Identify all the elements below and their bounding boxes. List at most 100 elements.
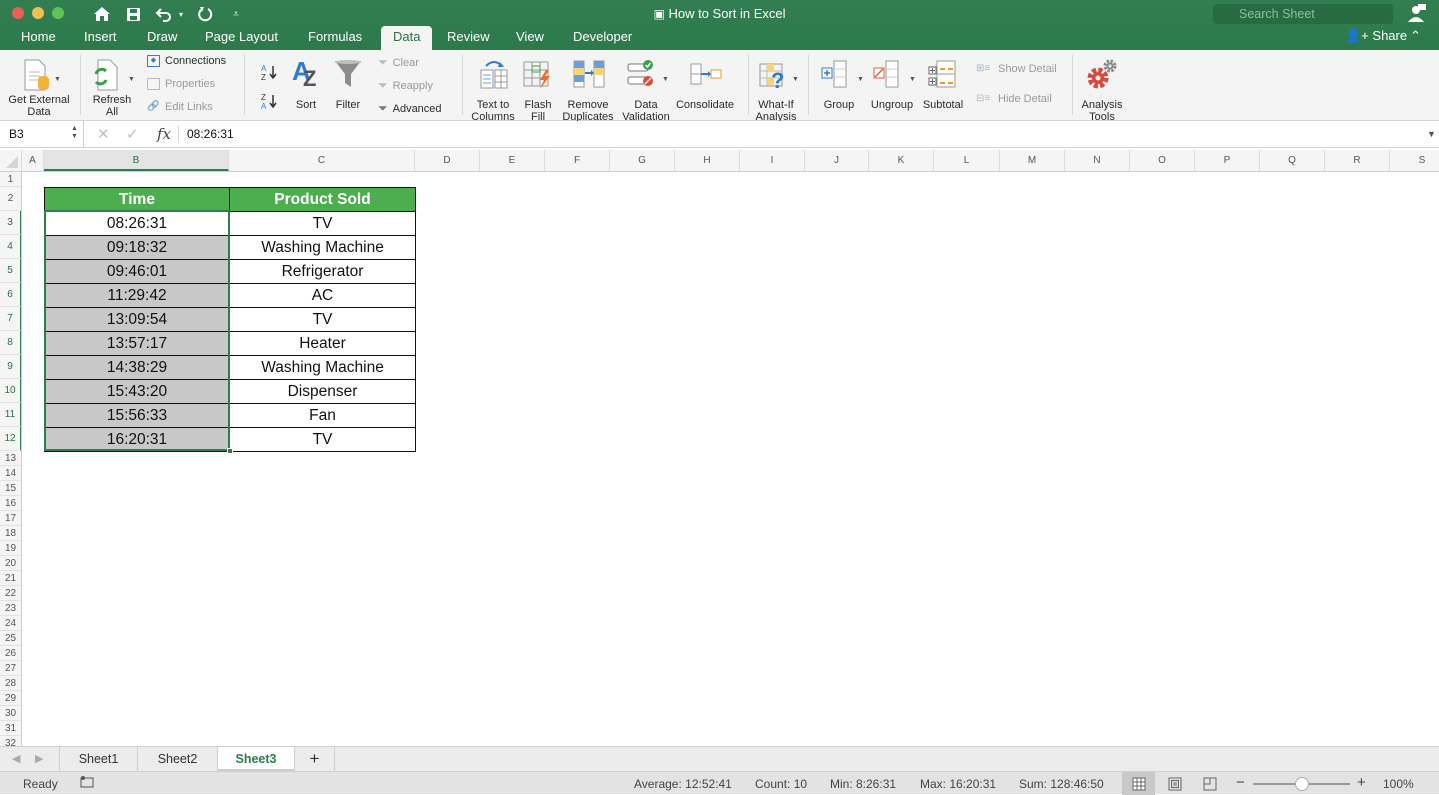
refresh-all-button[interactable]: ▼ Refresh All: [86, 56, 138, 118]
row-header[interactable]: 11: [0, 403, 21, 427]
row-header[interactable]: 10: [0, 379, 21, 403]
row-header[interactable]: 32: [0, 736, 21, 746]
row-header[interactable]: 15: [0, 481, 21, 496]
sort-ascending-button[interactable]: A Z: [259, 62, 281, 82]
row-header[interactable]: 5: [0, 259, 21, 283]
row-header[interactable]: 14: [0, 466, 21, 481]
show-detail-button[interactable]: ⊞≡ Show Detail: [976, 63, 1057, 75]
tab-draw[interactable]: Draw: [137, 26, 187, 50]
column-header-l[interactable]: L: [934, 150, 1000, 171]
zoom-in-button[interactable]: +: [1357, 774, 1366, 791]
column-header-e[interactable]: E: [480, 150, 545, 171]
tab-page-layout[interactable]: Page Layout: [195, 26, 288, 50]
column-header-i[interactable]: I: [740, 150, 805, 171]
clear-filter-button[interactable]: ⏷ Clear: [378, 55, 419, 70]
ungroup-button[interactable]: ▼ Ungroup: [866, 56, 918, 118]
column-header-d[interactable]: D: [415, 150, 480, 171]
row-header[interactable]: 1: [0, 172, 21, 187]
cell-product[interactable]: Dispenser: [229, 379, 416, 404]
row-header[interactable]: 19: [0, 541, 21, 556]
expand-formula-bar-icon[interactable]: ▼: [1427, 129, 1436, 139]
row-header[interactable]: 21: [0, 571, 21, 586]
column-header-s[interactable]: S: [1390, 150, 1439, 171]
cell-product[interactable]: TV: [229, 427, 416, 452]
header-product-sold[interactable]: Product Sold: [229, 187, 416, 212]
hide-detail-button[interactable]: ⊟≡ Hide Detail: [976, 93, 1052, 105]
column-header-m[interactable]: M: [1000, 150, 1065, 171]
edit-links-button[interactable]: 🔗 Edit Links: [147, 101, 213, 113]
row-header[interactable]: 9: [0, 355, 21, 379]
row-header[interactable]: 24: [0, 616, 21, 631]
fill-handle[interactable]: [227, 448, 233, 454]
row-header[interactable]: 30: [0, 706, 21, 721]
row-header[interactable]: 20: [0, 556, 21, 571]
cell-time[interactable]: 13:09:54: [44, 307, 230, 332]
column-header-k[interactable]: K: [869, 150, 934, 171]
collapse-ribbon-icon[interactable]: ⌃: [1410, 28, 1421, 44]
column-header-p[interactable]: P: [1195, 150, 1260, 171]
data-validation-button[interactable]: ▼ Data Validation: [618, 56, 674, 123]
cell-product[interactable]: Fan: [229, 403, 416, 428]
cell-time[interactable]: 16:20:31: [44, 427, 230, 452]
cell-time[interactable]: 09:46:01: [44, 259, 230, 284]
tab-view[interactable]: View: [506, 26, 554, 50]
cell-product[interactable]: TV: [229, 307, 416, 332]
row-header[interactable]: 6: [0, 283, 21, 307]
cancel-formula-icon[interactable]: ✕: [97, 125, 110, 143]
cell-time[interactable]: 13:57:17: [44, 331, 230, 356]
sheet-tab-sheet3[interactable]: Sheet3: [218, 747, 295, 771]
row-header[interactable]: 13: [0, 451, 21, 466]
flash-fill-button[interactable]: Flash Fill: [520, 56, 556, 123]
column-header-h[interactable]: H: [675, 150, 740, 171]
text-to-columns-button[interactable]: Text to Columns: [468, 56, 518, 123]
sheet-tab-sheet2[interactable]: Sheet2: [138, 747, 218, 771]
cell-time[interactable]: 14:38:29: [44, 355, 230, 380]
enter-formula-icon[interactable]: ✓: [126, 125, 139, 143]
get-external-data-button[interactable]: ▼ Get External Data: [4, 56, 74, 118]
cell-product[interactable]: TV: [229, 211, 416, 236]
row-header[interactable]: 18: [0, 526, 21, 541]
row-header[interactable]: 3: [0, 211, 21, 235]
tab-insert[interactable]: Insert: [74, 26, 127, 50]
previous-sheet-icon[interactable]: ◀: [12, 752, 20, 765]
cell-product[interactable]: AC: [229, 283, 416, 308]
remove-duplicates-button[interactable]: Remove Duplicates: [560, 56, 616, 123]
sort-button[interactable]: A Z Sort: [288, 56, 324, 118]
tab-data[interactable]: Data: [381, 26, 433, 50]
cell-product[interactable]: Refrigerator: [229, 259, 416, 284]
row-header[interactable]: 12: [0, 427, 21, 451]
page-break-view-button[interactable]: [1193, 772, 1226, 795]
row-header[interactable]: 31: [0, 721, 21, 736]
sort-descending-button[interactable]: Z A: [259, 91, 281, 111]
column-header-r[interactable]: R: [1325, 150, 1390, 171]
row-header[interactable]: 2: [0, 187, 21, 211]
sheet-tab-sheet1[interactable]: Sheet1: [59, 747, 138, 771]
row-header[interactable]: 28: [0, 676, 21, 691]
normal-view-button[interactable]: [1122, 772, 1155, 795]
cell-product[interactable]: Washing Machine: [229, 355, 416, 380]
tab-developer[interactable]: Developer: [563, 26, 642, 50]
zoom-out-button[interactable]: −: [1236, 774, 1245, 791]
select-all-button[interactable]: [0, 150, 22, 171]
tab-home[interactable]: Home: [11, 26, 66, 50]
add-sheet-button[interactable]: +: [295, 747, 335, 771]
cell-product[interactable]: Heater: [229, 331, 416, 356]
advanced-filter-button[interactable]: ⏷ Advanced: [378, 101, 442, 116]
cell-time[interactable]: 08:26:31: [44, 211, 230, 236]
connections-button[interactable]: ◆ Connections: [147, 55, 226, 67]
tab-formulas[interactable]: Formulas: [298, 26, 372, 50]
row-header[interactable]: 26: [0, 646, 21, 661]
row-header[interactable]: 23: [0, 601, 21, 616]
column-header-a[interactable]: A: [22, 150, 44, 171]
column-header-g[interactable]: G: [610, 150, 675, 171]
column-header-j[interactable]: J: [805, 150, 869, 171]
what-if-analysis-button[interactable]: ? ▼ What-If Analysis: [752, 56, 800, 123]
row-header[interactable]: 4: [0, 235, 21, 259]
share-button[interactable]: 👤+ Share: [1345, 28, 1407, 44]
column-header-n[interactable]: N: [1065, 150, 1130, 171]
filter-button[interactable]: Filter: [330, 56, 366, 118]
account-icon[interactable]: [1407, 3, 1427, 25]
name-box-stepper-icon[interactable]: ▲ ▼: [71, 125, 78, 141]
cell-time[interactable]: 15:56:33: [44, 403, 230, 428]
insert-function-icon[interactable]: fx: [157, 125, 171, 143]
